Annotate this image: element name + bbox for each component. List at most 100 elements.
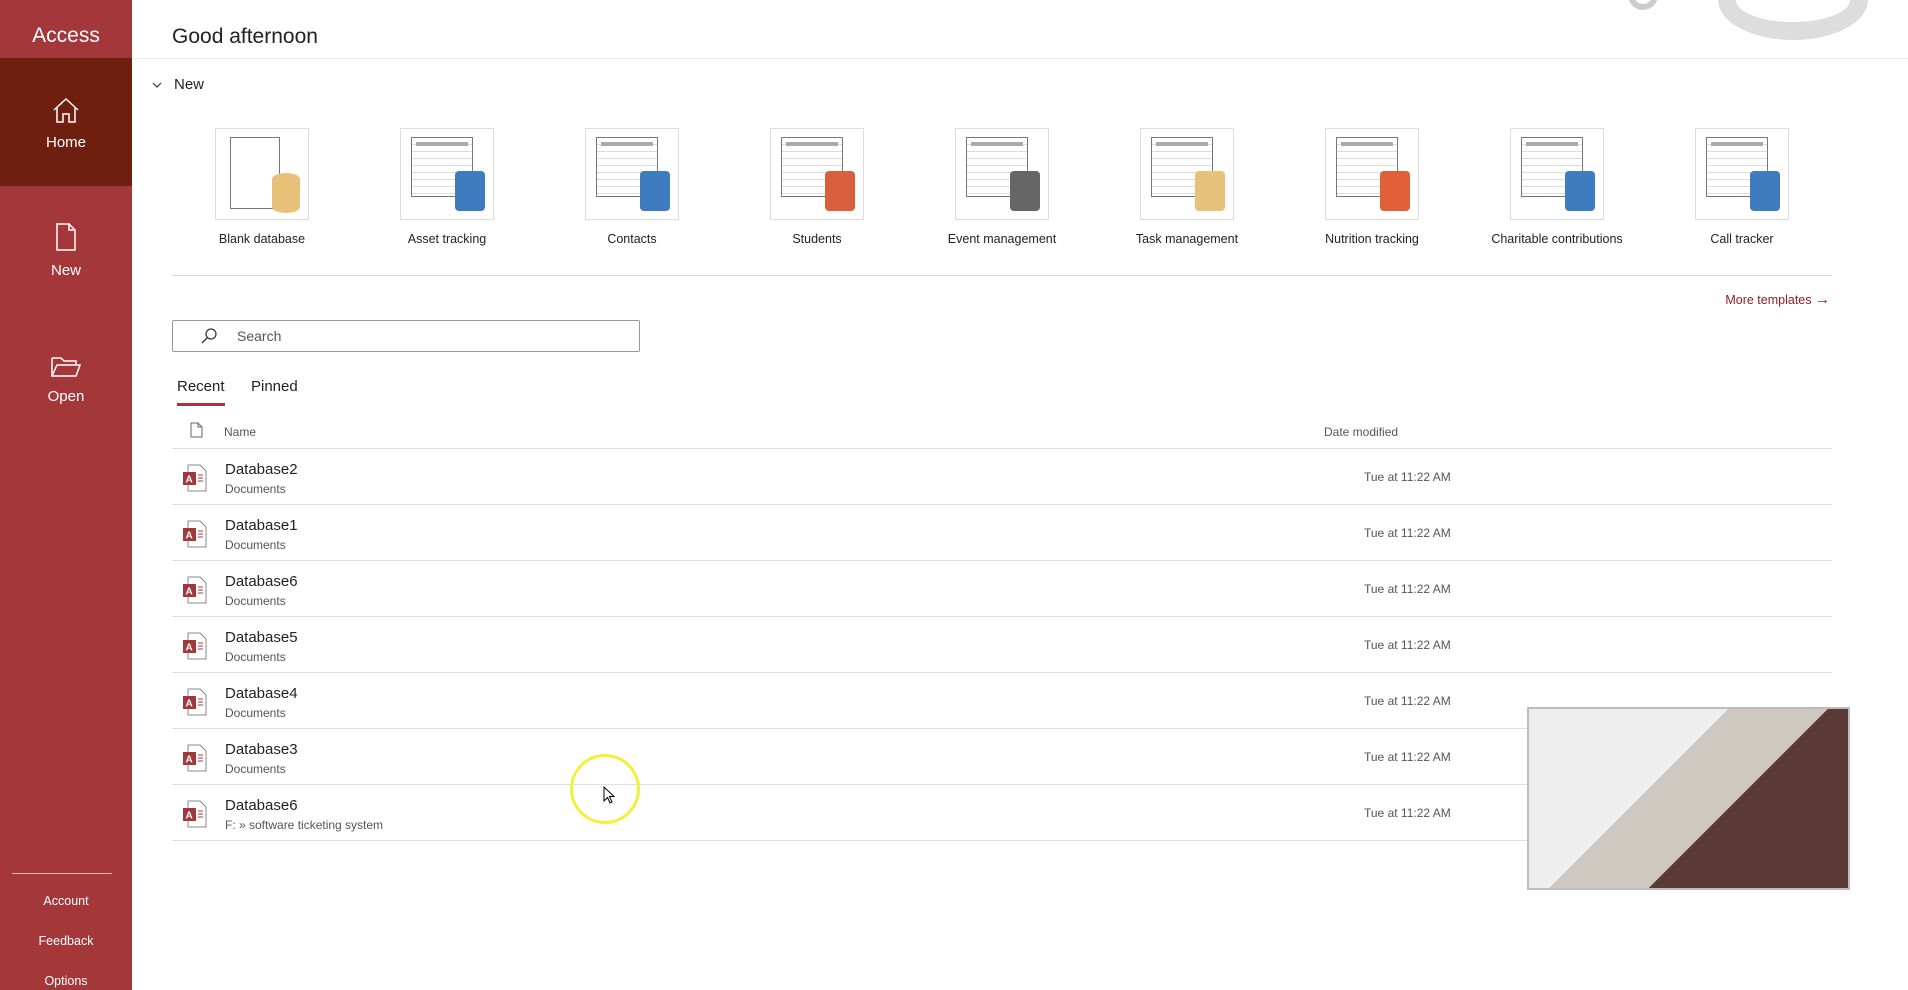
template-label: Charitable contributions [1491,232,1623,246]
template-card[interactable]: Blank database [177,128,347,246]
app-title: Access [32,24,100,47]
template-accent-icon [1750,171,1780,211]
sidebar-item-label: Home [45,134,86,151]
sidebar-item-home[interactable]: Home [0,58,132,186]
file-location: Documents [225,482,286,496]
file-name: Database1 [225,517,298,534]
file-location: F: » software ticketing system [225,818,384,832]
access-file-icon: A [183,520,207,548]
database-cylinder-icon [272,173,300,213]
access-file-icon: A [183,800,207,828]
sidebar-item-label: New [50,262,81,279]
template-card[interactable]: Nutrition tracking [1287,128,1457,246]
file-date-modified: Tue at 11:22 AM [1364,638,1451,652]
template-thumbnail [770,128,864,220]
template-thumbnail [1325,128,1419,220]
table-row[interactable]: A Database1 Documents Tue at 11:22 AM [172,504,1832,560]
webcam-overlay [1527,707,1850,890]
template-thumbnail [215,128,309,220]
table-row[interactable]: A Database6 Documents Tue at 11:22 AM [172,560,1832,616]
section-divider [172,275,1832,276]
file-name: Database5 [225,629,298,646]
feedback-link[interactable]: Feedback [0,934,132,948]
new-section-toggle[interactable]: New [152,76,204,93]
template-label: Event management [947,232,1057,246]
template-thumbnail [400,128,494,220]
template-thumbnail [1695,128,1789,220]
more-templates-link[interactable]: More templates → [1725,291,1830,308]
tab-pinned[interactable]: Pinned [251,378,298,403]
file-date-modified: Tue at 11:22 AM [1364,750,1451,764]
template-card[interactable]: Charitable contributions [1472,128,1642,246]
header-decoration [1628,0,1658,10]
file-date-modified: Tue at 11:22 AM [1364,806,1451,820]
access-file-icon: A [183,464,207,492]
template-accent-icon [1380,171,1410,211]
template-label: Task management [1135,232,1239,246]
svg-text:A: A [186,475,193,486]
file-name: Database2 [225,461,298,478]
table-row[interactable]: A Database5 Documents Tue at 11:22 AM [172,616,1832,672]
template-thumbnail [1510,128,1604,220]
sidebar-item-open[interactable]: Open [0,314,132,442]
template-card[interactable]: Students [732,128,902,246]
svg-text:A: A [186,811,193,822]
file-date-modified: Tue at 11:22 AM [1364,526,1451,540]
svg-text:A: A [186,699,193,710]
svg-text:A: A [186,755,193,766]
search-icon [201,328,217,344]
svg-text:A: A [186,531,193,542]
template-accent-icon [455,171,485,211]
search-input[interactable] [237,328,617,344]
template-label: Nutrition tracking [1325,232,1419,246]
file-name: Database6 [225,797,298,814]
account-link[interactable]: Account [0,894,132,908]
template-card[interactable]: Call tracker [1657,128,1827,246]
mouse-cursor-icon [603,786,615,804]
search-box[interactable] [172,320,640,352]
access-file-icon: A [183,744,207,772]
template-label: Students [792,232,842,246]
file-type-icon [190,422,203,438]
file-location: Documents [225,594,286,608]
folder-open-icon [51,357,82,377]
template-accent-icon [825,171,855,211]
sidebar-divider [12,873,112,874]
header-decoration [1718,0,1868,40]
column-header-date[interactable]: Date modified [1324,425,1398,439]
more-templates-label: More templates [1725,293,1812,307]
file-location: Documents [225,650,286,664]
new-file-icon [56,223,76,251]
arrow-right-icon: → [1815,291,1830,308]
template-thumbnail [1140,128,1234,220]
template-card[interactable]: Task management [1102,128,1272,246]
file-date-modified: Tue at 11:22 AM [1364,694,1451,708]
svg-text:A: A [186,643,193,654]
file-date-modified: Tue at 11:22 AM [1364,582,1451,596]
file-location: Documents [225,538,286,552]
template-label: Blank database [218,232,306,246]
tab-recent[interactable]: Recent [177,378,225,406]
file-name: Database4 [225,685,298,702]
sidebar-item-new[interactable]: New [0,186,132,314]
new-section-label: New [174,76,205,93]
file-name: Database6 [225,573,298,590]
template-accent-icon [1565,171,1595,211]
file-date-modified: Tue at 11:22 AM [1364,470,1451,484]
file-location: Documents [225,706,286,720]
template-card[interactable]: Contacts [547,128,717,246]
template-card[interactable]: Asset tracking [362,128,532,246]
template-accent-icon [1195,171,1225,211]
template-card[interactable]: Event management [917,128,1087,246]
file-location: Documents [225,762,286,776]
chevron-down-icon [152,82,162,88]
sidebar: Access Home New Open Account Feedback Op… [0,0,132,990]
template-label: Contacts [607,232,657,246]
home-icon [53,97,79,123]
access-file-icon: A [183,632,207,660]
access-file-icon: A [183,576,207,604]
template-thumbnail [955,128,1049,220]
table-row[interactable]: A Database2 Documents Tue at 11:22 AM [172,448,1832,504]
options-link[interactable]: Options [0,974,132,988]
column-header-name[interactable]: Name [224,425,256,439]
